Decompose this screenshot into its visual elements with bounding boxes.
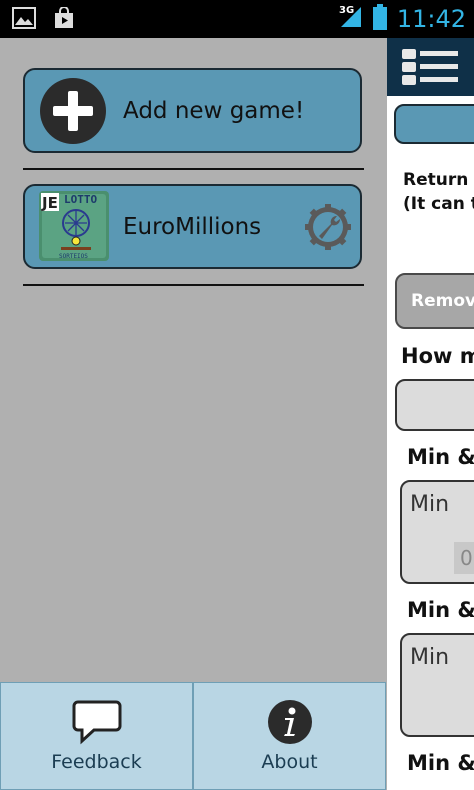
action-bar	[387, 38, 474, 96]
lotto-logo-text: LOTTO	[64, 193, 98, 206]
main-content-panel: Return a (It can t Remov How m Min & Min…	[387, 38, 474, 790]
wrench-settings-icon[interactable]	[305, 204, 351, 254]
remove-button[interactable]: Remov	[395, 273, 474, 329]
gallery-notification-icon	[12, 7, 36, 33]
how-many-field[interactable]	[395, 379, 474, 431]
divider	[23, 284, 364, 286]
return-text-line2: (It can t	[403, 194, 474, 214]
min-label-1: Min	[410, 492, 450, 517]
game-item-label: EuroMillions	[123, 213, 262, 240]
signal-icon	[339, 5, 363, 33]
status-bar: 3G 11:42	[0, 0, 474, 38]
min-max-heading-3: Min &	[407, 751, 474, 775]
svg-text:JE: JE	[41, 194, 58, 212]
divider	[23, 168, 364, 170]
min-input-1[interactable]: 0	[454, 542, 474, 574]
about-label: About	[261, 751, 318, 773]
svg-text:SORTEIOS: SORTEIOS	[59, 253, 88, 260]
add-new-game-label: Add new game!	[123, 97, 305, 124]
feedback-button[interactable]: Feedback	[0, 682, 193, 790]
clock: 11:42	[396, 5, 466, 33]
add-new-game-button[interactable]: Add new game!	[23, 68, 362, 153]
remove-button-label: Remov	[411, 291, 474, 311]
battery-icon	[372, 4, 387, 34]
feedback-label: Feedback	[51, 751, 142, 773]
bottom-bar: Feedback About	[0, 682, 387, 790]
min-max-box-1: Min 0	[400, 480, 474, 584]
navigation-drawer: Add new game! JE SORTEIOS LOTTO EuroMill…	[0, 38, 387, 790]
game-name-field[interactable]	[394, 104, 474, 144]
about-button[interactable]: About	[193, 682, 386, 790]
min-max-heading-2: Min &	[407, 598, 474, 622]
info-icon	[267, 699, 313, 749]
speech-bubble-icon	[72, 699, 122, 749]
min-max-box-2: Min	[400, 633, 474, 737]
min-label-2: Min	[410, 645, 450, 670]
return-text-line1: Return a	[403, 170, 474, 190]
menu-list-icon[interactable]	[402, 49, 460, 89]
min-max-heading-1: Min &	[407, 445, 474, 469]
min-value-1: 0	[460, 546, 473, 570]
game-item-euromillions[interactable]: JE SORTEIOS LOTTO EuroMillions	[23, 184, 362, 269]
store-notification-icon	[52, 6, 76, 33]
how-many-heading: How m	[401, 344, 474, 368]
plus-icon	[40, 78, 106, 148]
